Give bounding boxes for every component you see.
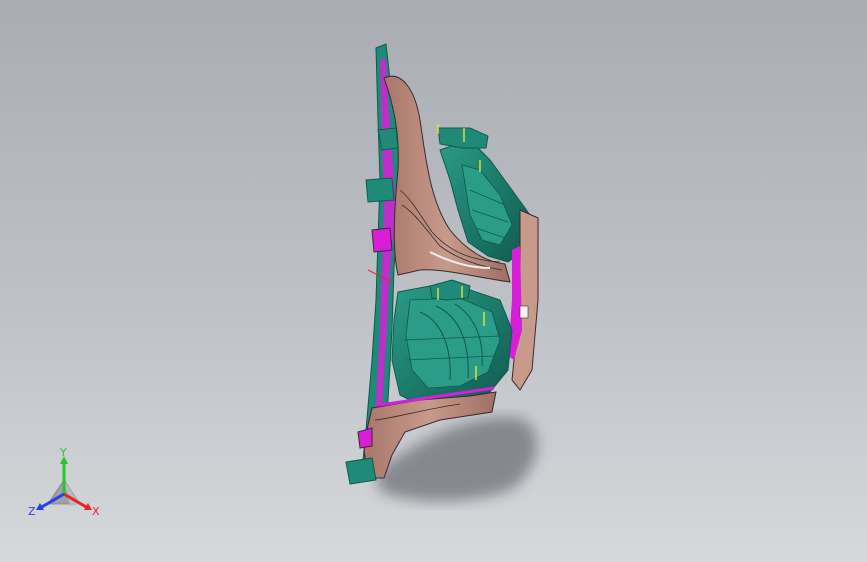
graphics-viewport[interactable]: Y X Z <box>0 0 867 562</box>
y-axis-label: Y <box>59 448 67 459</box>
z-axis-label: Z <box>28 505 36 518</box>
x-axis-label: X <box>92 505 100 518</box>
3d-model-view[interactable] <box>0 0 867 562</box>
orientation-triad[interactable]: Y X Z <box>26 448 106 523</box>
